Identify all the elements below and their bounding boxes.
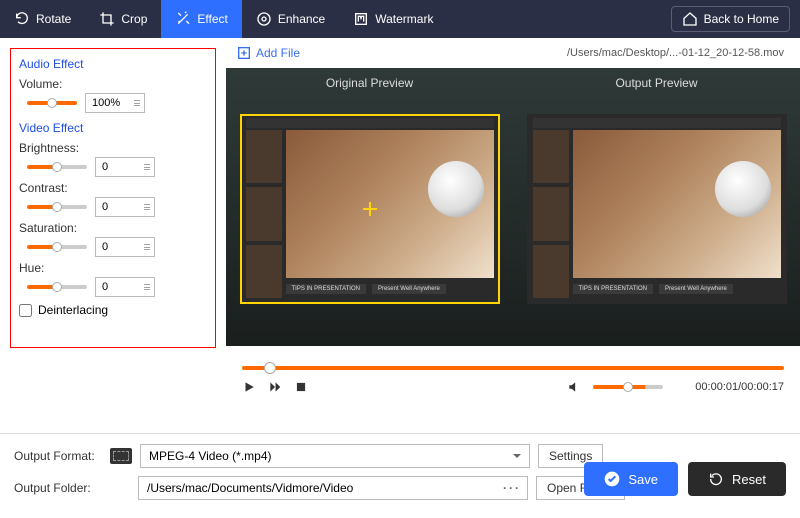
browse-button[interactable]: ··· (503, 477, 521, 499)
fast-forward-button[interactable] (268, 380, 282, 394)
output-format-label: Output Format: (14, 449, 102, 463)
preview-panel: Original Preview TIPS IN PRESENTATIONPre… (226, 68, 800, 346)
crosshair-icon (363, 202, 377, 216)
add-file-label: Add File (256, 46, 300, 60)
volume-value[interactable]: 100% (85, 93, 145, 113)
brightness-slider[interactable] (27, 165, 87, 169)
effects-sidebar: Audio Effect Volume: 100% Video Effect B… (0, 38, 226, 433)
output-folder-label: Output Folder: (14, 481, 102, 495)
contrast-slider[interactable] (27, 205, 87, 209)
tab-label: Rotate (36, 12, 71, 26)
save-button[interactable]: Save (584, 462, 678, 496)
tab-crop[interactable]: Crop (85, 0, 161, 38)
hue-slider[interactable] (27, 285, 87, 289)
volume-label: Volume: (19, 77, 207, 91)
saturation-slider[interactable] (27, 245, 87, 249)
video-effect-title: Video Effect (19, 121, 207, 135)
home-icon (682, 11, 698, 27)
stop-button[interactable] (294, 380, 308, 394)
add-file-button[interactable]: Add File (236, 45, 300, 61)
original-preview[interactable]: TIPS IN PRESENTATIONPresent Well Anywher… (240, 114, 500, 304)
output-preview-title: Output Preview (615, 68, 697, 94)
deinterlacing-input[interactable] (19, 304, 32, 317)
contrast-label: Contrast: (19, 181, 207, 195)
check-icon (604, 471, 620, 487)
enhance-icon (256, 11, 272, 27)
tab-enhance[interactable]: Enhance (242, 0, 339, 38)
brightness-value[interactable]: 0 (95, 157, 155, 177)
crop-icon (99, 11, 115, 27)
hue-label: Hue: (19, 261, 207, 275)
timeline-thumb[interactable] (264, 362, 276, 374)
output-preview: TIPS IN PRESENTATIONPresent Well Anywher… (527, 114, 787, 304)
file-path: /Users/mac/Desktop/...-01-12_20-12-58.mo… (310, 47, 790, 59)
rotate-icon (14, 11, 30, 27)
playback-volume-slider[interactable] (593, 385, 663, 389)
add-file-icon (236, 45, 252, 61)
tab-label: Enhance (278, 12, 325, 26)
reset-icon (708, 471, 724, 487)
watermark-icon (353, 11, 369, 27)
tab-rotate[interactable]: Rotate (0, 0, 85, 38)
tab-label: Watermark (375, 12, 433, 26)
file-bar: Add File /Users/mac/Desktop/...-01-12_20… (226, 38, 800, 68)
audio-effect-title: Audio Effect (19, 57, 207, 71)
reset-button[interactable]: Reset (688, 462, 786, 496)
hue-value[interactable]: 0 (95, 277, 155, 297)
footer: Output Format: MPEG-4 Video (*.mp4) Sett… (0, 433, 800, 518)
brightness-label: Brightness: (19, 141, 207, 155)
time-display: 00:00:01/00:00:17 (695, 381, 784, 393)
output-folder-field[interactable]: /Users/mac/Documents/Vidmore/Video ··· (138, 476, 528, 500)
volume-icon[interactable] (567, 380, 581, 394)
back-home-label: Back to Home (704, 12, 779, 26)
tab-label: Effect (197, 12, 227, 26)
top-toolbar: Rotate Crop Effect Enhance Watermark Bac… (0, 0, 800, 38)
format-icon (110, 448, 132, 464)
tab-watermark[interactable]: Watermark (339, 0, 447, 38)
original-preview-title: Original Preview (326, 68, 413, 94)
tab-label: Crop (121, 12, 147, 26)
saturation-label: Saturation: (19, 221, 207, 235)
playback-controls: 00:00:01/00:00:17 (226, 376, 800, 394)
volume-slider[interactable] (27, 101, 77, 105)
timeline[interactable] (226, 346, 800, 376)
output-format-select[interactable]: MPEG-4 Video (*.mp4) (140, 444, 530, 468)
effect-icon (175, 11, 191, 27)
deinterlacing-checkbox[interactable]: Deinterlacing (19, 303, 207, 317)
tab-effect[interactable]: Effect (161, 0, 241, 38)
play-button[interactable] (242, 380, 256, 394)
contrast-value[interactable]: 0 (95, 197, 155, 217)
deinterlacing-label: Deinterlacing (38, 303, 108, 317)
back-to-home-button[interactable]: Back to Home (671, 6, 790, 32)
saturation-value[interactable]: 0 (95, 237, 155, 257)
